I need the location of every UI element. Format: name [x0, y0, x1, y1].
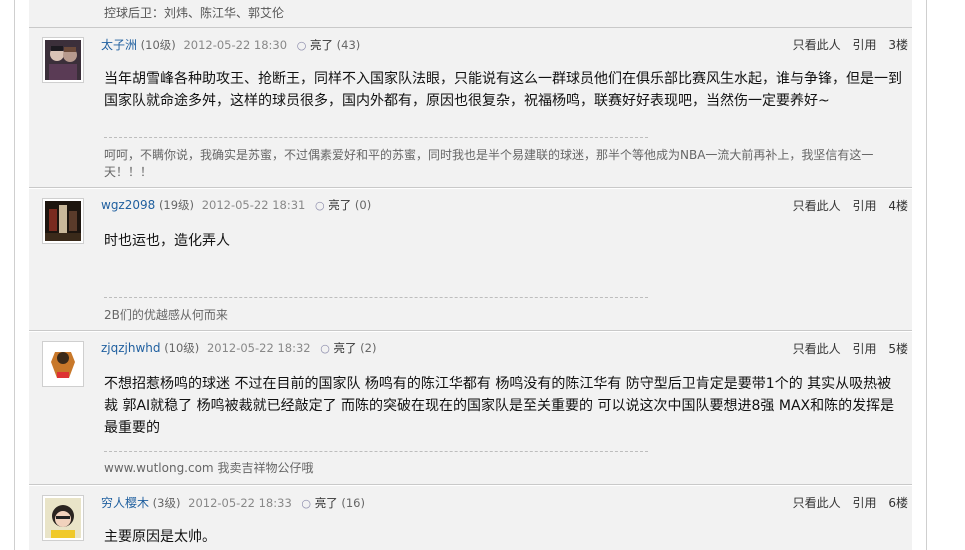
post-time: 2012-05-22 18:32 — [206, 341, 311, 355]
post-time: 2012-05-22 18:31 — [201, 198, 306, 212]
user-level: (3级) — [152, 496, 181, 510]
light-count: (0) — [354, 198, 372, 212]
post-content: 时也运也，造化弄人 — [104, 233, 230, 249]
user-signature: 2B们的优越感从何而来 — [104, 308, 228, 322]
user-signature: www.wutlong.com 我卖吉祥物公仔哦 — [104, 461, 314, 475]
light-label[interactable]: 亮了 — [328, 198, 351, 212]
post-content: 主要原因是太帅。 — [104, 529, 216, 545]
post-actions: 只看此人 引用 6楼 — [785, 494, 908, 511]
floor-number: 6楼 — [888, 496, 908, 510]
post-list: 控球后卫：刘炜、陈江华、郭艾伦 太子洲 (10级) 2012-05-22 18:… — [29, 0, 912, 550]
avatar-image — [45, 201, 81, 241]
light-count: (16) — [341, 496, 365, 510]
post-time: 2012-05-22 18:33 — [188, 496, 292, 510]
post-meta: 穷人樱木 (3级) 2012-05-22 18:33 ○ 亮了 (16) — [101, 494, 365, 511]
post-actions: 只看此人 引用 3楼 — [785, 36, 908, 53]
post-time: 2012-05-22 18:30 — [183, 38, 288, 52]
avatar-image — [45, 40, 81, 80]
light-label[interactable]: 亮了 — [315, 496, 338, 510]
user-level: (10级) — [140, 38, 176, 52]
lightbulb-icon[interactable]: ○ — [301, 497, 311, 510]
previous-post-signature: 控球后卫：刘炜、陈江华、郭艾伦 — [29, 0, 912, 28]
post-floor-5: zjqzjhwhd (10级) 2012-05-22 18:32 ○ 亮了 (2… — [29, 332, 912, 485]
only-this-user-link[interactable]: 只看此人 — [793, 38, 841, 52]
quote-link[interactable]: 引用 — [853, 496, 877, 510]
signature-text: 控球后卫：刘炜、陈江华、郭艾伦 — [104, 6, 285, 20]
signature-divider — [104, 137, 648, 138]
signature-divider — [104, 297, 648, 298]
avatar[interactable] — [42, 495, 84, 541]
floor-number: 3楼 — [888, 38, 908, 52]
floor-number: 4楼 — [888, 199, 908, 213]
lightbulb-icon[interactable]: ○ — [320, 342, 330, 355]
light-count: (2) — [360, 341, 377, 355]
post-meta: 太子洲 (10级) 2012-05-22 18:30 ○ 亮了 (43) — [101, 36, 360, 53]
avatar[interactable] — [42, 198, 84, 244]
quote-link[interactable]: 引用 — [853, 199, 877, 213]
quote-link[interactable]: 引用 — [853, 38, 877, 52]
post-meta: zjqzjhwhd (10级) 2012-05-22 18:32 ○ 亮了 (2… — [101, 340, 376, 356]
signature-divider — [104, 451, 648, 452]
username-link[interactable]: 穷人樱木 — [101, 496, 149, 510]
light-label[interactable]: 亮了 — [310, 38, 333, 52]
username-link[interactable]: wgz2098 — [101, 198, 155, 212]
only-this-user-link[interactable]: 只看此人 — [793, 496, 841, 510]
floor-number: 5楼 — [888, 342, 908, 356]
avatar[interactable] — [42, 37, 84, 83]
username-link[interactable]: zjqzjhwhd — [101, 341, 161, 355]
only-this-user-link[interactable]: 只看此人 — [793, 342, 841, 356]
post-floor-4: wgz2098 (19级) 2012-05-22 18:31 ○ 亮了 (0) … — [29, 189, 912, 331]
avatar-image — [45, 498, 81, 538]
quote-link[interactable]: 引用 — [853, 342, 877, 356]
post-actions: 只看此人 引用 4楼 — [785, 197, 908, 214]
user-signature: 呵呵，不瞒你说，我确实是苏蜜，不过偶素爱好和平的苏蜜，同时我也是半个易建联的球迷… — [104, 148, 874, 179]
post-meta: wgz2098 (19级) 2012-05-22 18:31 ○ 亮了 (0) — [101, 197, 371, 213]
avatar[interactable] — [42, 341, 84, 387]
avatar-image — [45, 344, 81, 384]
light-count: (43) — [336, 38, 361, 52]
only-this-user-link[interactable]: 只看此人 — [793, 199, 841, 213]
post-floor-6: 穷人樱木 (3级) 2012-05-22 18:33 ○ 亮了 (16) 只看此… — [29, 486, 912, 550]
user-level: (10级) — [164, 341, 200, 355]
post-content: 当年胡雪峰各种助攻王、抢断王，同样不入国家队法眼，只能说有这么一群球员他们在俱乐… — [104, 71, 902, 109]
post-actions: 只看此人 引用 5楼 — [785, 340, 908, 357]
lightbulb-icon[interactable]: ○ — [297, 39, 307, 52]
light-label[interactable]: 亮了 — [334, 341, 357, 355]
username-link[interactable]: 太子洲 — [101, 38, 137, 52]
lightbulb-icon[interactable]: ○ — [315, 199, 325, 212]
post-content: 不想招惹杨鸣的球迷 不过在目前的国家队 杨鸣有的陈江华都有 杨鸣没有的陈江华有 … — [104, 376, 895, 436]
post-floor-3: 太子洲 (10级) 2012-05-22 18:30 ○ 亮了 (43) 只看此… — [29, 28, 912, 188]
user-level: (19级) — [158, 198, 195, 212]
